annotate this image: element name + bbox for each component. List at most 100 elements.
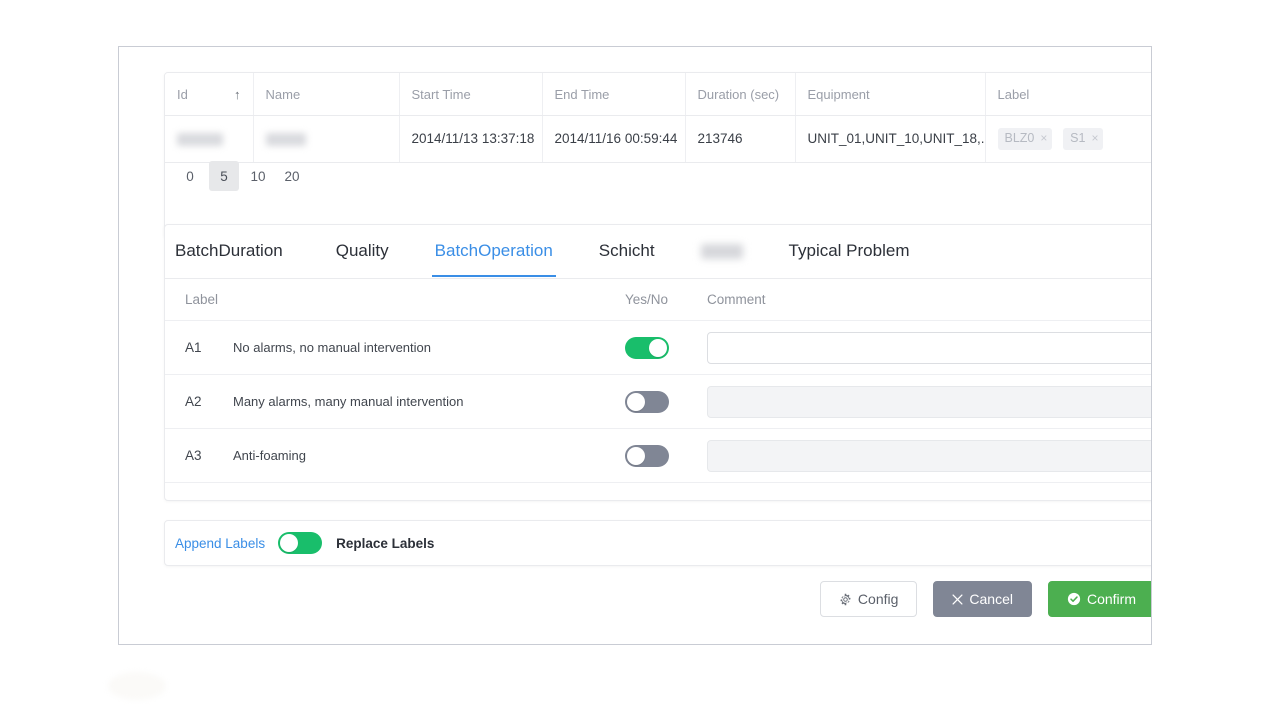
page-size-option-5[interactable]: 5 — [209, 161, 239, 191]
toggle-knob — [649, 338, 667, 357]
comment-input-a2 — [707, 385, 1151, 418]
label-row-a1-yesno — [625, 336, 707, 359]
toggle-switch-a3[interactable] — [625, 444, 669, 467]
confirm-button-label: Confirm — [1086, 591, 1136, 607]
cell-name — [253, 115, 400, 163]
label-panel-card: BatchDuration Quality BatchOperation Sch… — [164, 224, 1151, 501]
label-row-a3-comment-cell — [707, 439, 1151, 472]
redacted-tab-label — [700, 243, 743, 259]
label-mode-card: Append Labels Replace Labels — [164, 520, 1151, 566]
column-header-duration[interactable]: Duration (sec) — [685, 73, 796, 116]
footer-actions: Config Cancel Confirm — [164, 581, 1151, 617]
page-size-selector: 0 5 10 20 — [175, 161, 307, 191]
label-row-a1-comment-cell — [707, 331, 1151, 364]
label-tag[interactable]: S1 × — [1063, 128, 1104, 150]
batch-table-body: 2014/11/13 13:37:18 2014/11/16 00:59:44 … — [165, 115, 1151, 163]
label-column-header: Label — [185, 291, 219, 307]
tab-batchoperation[interactable]: BatchOperation — [412, 225, 576, 277]
column-header-name-label: Name — [265, 87, 301, 102]
label-row-a2-code: A2 — [185, 394, 202, 409]
column-header-equipment-label: Equipment — [807, 87, 870, 102]
tab-redacted[interactable] — [678, 225, 766, 277]
tab-bar: BatchDuration Quality BatchOperation Sch… — [165, 225, 1151, 279]
column-header-end-time-label: End Time — [554, 87, 610, 102]
close-icon[interactable]: × — [1040, 131, 1047, 146]
config-button[interactable]: Config — [819, 581, 918, 617]
label-table-header-row: Label Yes/No Comment — [165, 278, 1151, 321]
close-icon[interactable]: × — [1091, 131, 1098, 146]
column-header-id-label: Id — [177, 87, 188, 102]
replace-labels-label: Replace Labels — [336, 535, 435, 551]
label-row-a1: A1 No alarms, no manual intervention — [165, 321, 1151, 375]
cell-equipment: UNIT_01,UNIT_10,UNIT_18,... — [795, 115, 986, 163]
label-mode-strip: Append Labels Replace Labels — [165, 521, 1151, 565]
column-header-label-label: Label — [997, 87, 1030, 102]
label-row-a1-code: A1 — [185, 340, 202, 355]
label-row-a1-description: No alarms, no manual intervention — [233, 340, 431, 355]
config-button-label: Config — [857, 591, 899, 607]
toggle-knob — [280, 534, 299, 552]
label-row-a2-comment-cell — [707, 385, 1151, 418]
cell-id — [165, 115, 254, 163]
label-row-a2: A2 Many alarms, many manual intervention — [165, 375, 1151, 429]
tab-schicht[interactable]: Schicht — [576, 225, 678, 277]
cell-start-time: 2014/11/13 13:37:18 — [399, 115, 543, 163]
cell-duration: 213746 — [685, 115, 796, 163]
label-tag[interactable]: BLZ0 × — [997, 128, 1053, 150]
column-header-start-time[interactable]: Start Time — [399, 73, 543, 116]
cell-end-time: 2014/11/16 00:59:44 — [542, 115, 686, 163]
cancel-button[interactable]: Cancel — [933, 581, 1032, 617]
label-row-a3: A3 Anti-foaming — [165, 429, 1151, 483]
batch-table-card: Id ↑ Name Start Time End Time Duration (… — [164, 72, 1151, 238]
label-row-a2-description: Many alarms, many manual intervention — [233, 394, 464, 409]
arrow-up-icon[interactable]: ↑ — [234, 88, 241, 101]
cell-label: BLZ0 × S1 × — [985, 115, 1151, 163]
background-artifact — [108, 672, 166, 700]
toggle-switch-a1[interactable] — [625, 336, 669, 359]
confirm-button[interactable]: Confirm — [1047, 581, 1151, 617]
column-header-label[interactable]: Label — [985, 73, 1151, 116]
column-header-duration-label: Duration (sec) — [697, 87, 780, 102]
column-header-name[interactable]: Name — [253, 73, 400, 116]
table-header-row: Id ↑ Name Start Time End Time Duration (… — [165, 73, 1151, 116]
label-tag-text: S1 — [1070, 131, 1086, 145]
page-size-option-10[interactable]: 10 — [243, 161, 273, 191]
app-content: Id ↑ Name Start Time End Time Duration (… — [119, 47, 1151, 644]
label-row-a3-code: A3 — [185, 448, 202, 463]
tab-list: BatchDuration Quality BatchOperation Sch… — [175, 225, 932, 277]
app-window-frame: Id ↑ Name Start Time End Time Duration (… — [118, 46, 1152, 645]
toggle-knob — [627, 446, 645, 465]
batch-table-header: Id ↑ Name Start Time End Time Duration (… — [165, 73, 1151, 116]
tab-typical-problem[interactable]: Typical Problem — [766, 225, 933, 277]
column-header-equipment[interactable]: Equipment — [795, 73, 986, 116]
append-labels-label: Append Labels — [175, 535, 266, 551]
label-row-a3-yesno — [625, 444, 707, 467]
table-row[interactable]: 2014/11/13 13:37:18 2014/11/16 00:59:44 … — [165, 115, 1151, 163]
page-size-option-0[interactable]: 0 — [175, 161, 205, 191]
check-circle-icon — [1067, 592, 1081, 606]
page-size-option-20[interactable]: 20 — [277, 161, 307, 191]
comment-input-a1[interactable] — [707, 331, 1151, 364]
label-table: Label Yes/No Comment A1 No alarms, no ma… — [165, 278, 1151, 483]
gear-icon — [840, 593, 851, 605]
toggle-switch-a2[interactable] — [625, 390, 669, 413]
cancel-button-label: Cancel — [969, 591, 1013, 607]
tab-quality[interactable]: Quality — [313, 225, 412, 277]
toggle-knob — [627, 392, 645, 411]
label-row-a3-description: Anti-foaming — [233, 448, 306, 463]
yesno-column-header: Yes/No — [625, 291, 669, 307]
screen: Id ↑ Name Start Time End Time Duration (… — [0, 0, 1280, 720]
comment-column-header: Comment — [707, 291, 766, 307]
comment-input-a3 — [707, 439, 1151, 472]
batch-table: Id ↑ Name Start Time End Time Duration (… — [165, 73, 1151, 163]
label-tag-text: BLZ0 — [1004, 131, 1035, 145]
close-icon — [952, 593, 963, 605]
column-header-end-time[interactable]: End Time — [542, 73, 686, 116]
redacted-id-value — [177, 133, 223, 147]
toggle-switch-label-mode[interactable] — [278, 532, 323, 554]
column-header-start-time-label: Start Time — [411, 87, 471, 102]
tab-batchduration[interactable]: BatchDuration — [175, 225, 313, 277]
redacted-name-value — [265, 133, 306, 147]
column-header-id[interactable]: Id ↑ — [165, 73, 254, 116]
label-row-a2-yesno — [625, 390, 707, 413]
